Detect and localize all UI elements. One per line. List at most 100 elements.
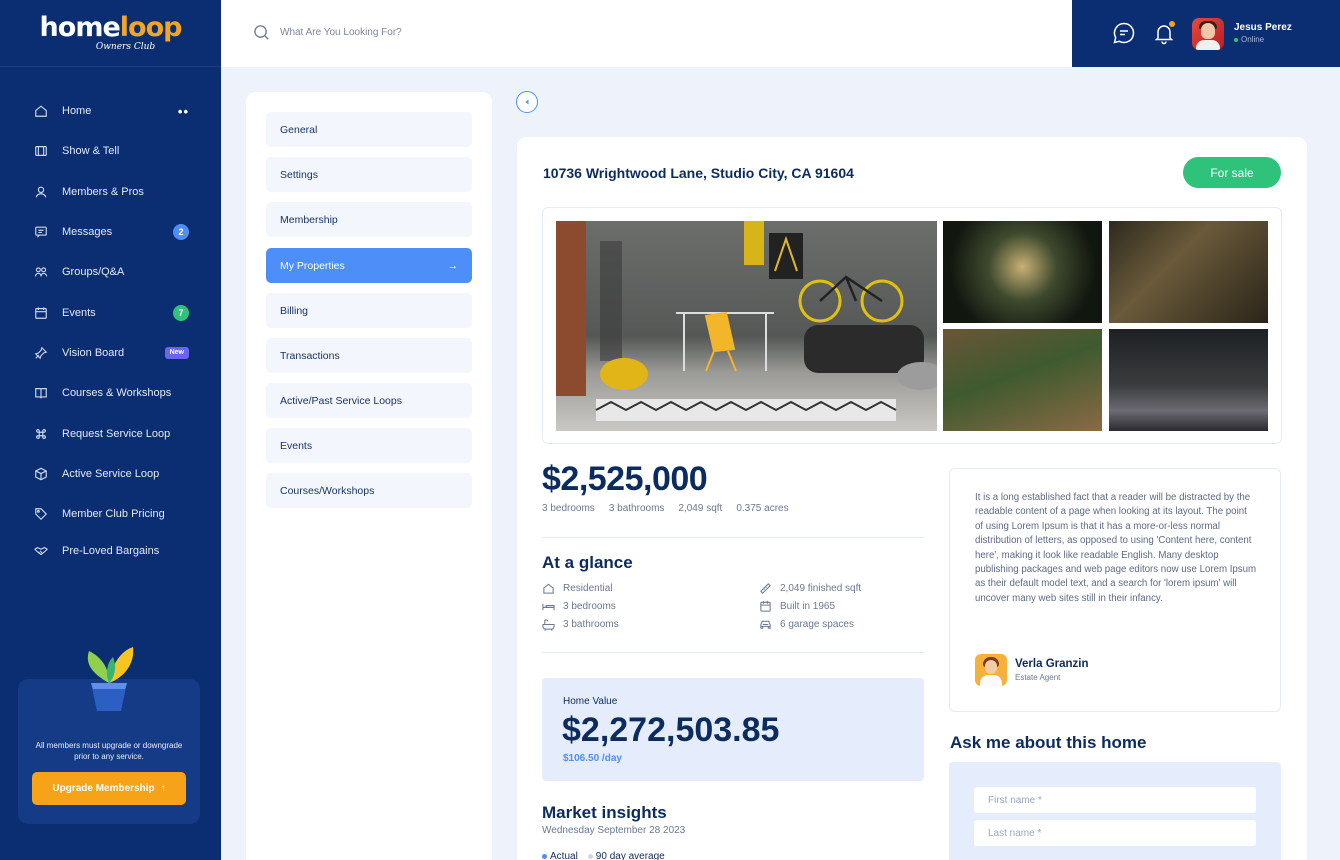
property-description: It is a long established fact that a rea… xyxy=(975,492,1257,604)
calendar-icon xyxy=(760,600,771,612)
glance-garage: 6 garage spaces xyxy=(759,618,854,631)
home-value-per-day: $106.50 /day xyxy=(563,753,622,764)
sidebar-item-messages[interactable]: Messages 2 xyxy=(0,212,221,252)
sidebar-item-label: Member Club Pricing xyxy=(62,508,165,521)
sidebar-item-vision-board[interactable]: Vision Board New xyxy=(0,333,221,373)
divider xyxy=(542,652,924,653)
pin-icon xyxy=(33,345,48,360)
upgrade-card: All members must upgrade or downgrade pr… xyxy=(18,647,200,824)
bath-icon xyxy=(542,619,555,631)
online-dot xyxy=(1234,37,1238,42)
agent-avatar[interactable] xyxy=(975,654,1007,686)
plant-illustration xyxy=(87,647,134,711)
sidebar-item-groups[interactable]: Groups/Q&A xyxy=(0,252,221,292)
sidebar-item-label: Vision Board xyxy=(62,346,125,359)
sidebar-item-label: Pre-Loved Bargains xyxy=(62,545,160,558)
glance-type: Residential xyxy=(542,582,612,595)
user-status: Online xyxy=(1234,35,1264,44)
glance-built: Built in 1965 xyxy=(759,600,835,613)
property-specs: 3 bedrooms 3 bathrooms 2,049 sqft 0.375 … xyxy=(542,503,789,514)
top-bar: Jesus Perez Online xyxy=(221,0,1340,67)
agent-name[interactable]: Verla Granzin xyxy=(1015,658,1089,670)
user-icon xyxy=(33,184,48,199)
gallery-photo-4[interactable] xyxy=(1109,329,1268,431)
sidebar-item-label: Courses & Workshops xyxy=(62,387,172,400)
upgrade-membership-button[interactable]: Upgrade Membership ↑ xyxy=(32,772,186,805)
search-bar xyxy=(253,24,580,41)
sidebar-item-events[interactable]: Events 7 xyxy=(0,292,221,332)
main-photo[interactable] xyxy=(556,221,937,431)
sidebar-item-courses[interactable]: Courses & Workshops xyxy=(0,373,221,413)
search-input[interactable] xyxy=(280,27,580,38)
logo-subtitle: Owners Club xyxy=(95,42,156,52)
sidebar-nav: Home •• Show & Tell Members & Pros Messa… xyxy=(0,67,221,568)
first-name-field[interactable] xyxy=(974,787,1256,813)
agent-role: Estate Agent xyxy=(1015,673,1061,682)
sidebar-item-show-tell[interactable]: Show & Tell xyxy=(0,131,221,171)
property-address: 10736 Wrightwood Lane, Studio City, CA 9… xyxy=(543,165,854,181)
messages-badge: 2 xyxy=(173,224,189,241)
spec-acres: 0.375 acres xyxy=(736,503,789,514)
message-icon xyxy=(33,225,48,240)
sidebar-item-pricing[interactable]: Member Club Pricing xyxy=(0,494,221,534)
caret-left-icon xyxy=(525,99,529,105)
menu-item-my-properties[interactable]: My Properties → xyxy=(266,248,472,283)
sidebar-item-label: Show & Tell xyxy=(62,145,120,158)
calendar-icon xyxy=(33,305,48,320)
sidebar-item-home[interactable]: Home •• xyxy=(0,91,221,131)
sidebar-item-label: Active Service Loop xyxy=(62,467,160,480)
for-sale-button[interactable]: For sale xyxy=(1183,157,1281,188)
collapse-panel-button[interactable] xyxy=(516,91,538,113)
property-card: 10736 Wrightwood Lane, Studio City, CA 9… xyxy=(517,137,1307,860)
notification-dot xyxy=(1169,21,1175,27)
description-card: It is a long established fact that a rea… xyxy=(949,468,1281,712)
sidebar: homeloop Owners Club Home •• Show & Tell… xyxy=(0,0,221,860)
car-icon xyxy=(760,620,771,629)
tag-icon xyxy=(33,507,48,522)
glance-bedrooms: 3 bedrooms xyxy=(542,600,616,613)
photo-gallery xyxy=(542,207,1282,444)
gallery-photo-1[interactable] xyxy=(943,221,1102,323)
sidebar-item-members[interactable]: Members & Pros xyxy=(0,172,221,212)
sidebar-item-bargains[interactable]: Pre-Loved Bargains xyxy=(0,534,221,568)
spec-bathrooms: 3 bathrooms xyxy=(608,503,665,514)
listing-price: $2,525,000 xyxy=(542,460,708,498)
bell-icon[interactable] xyxy=(1152,21,1176,45)
sidebar-item-label: Groups/Q&A xyxy=(62,266,125,279)
book-icon xyxy=(33,386,48,401)
glance-bathrooms: 3 bathrooms xyxy=(542,618,619,631)
menu-item-settings[interactable]: Settings xyxy=(266,157,472,192)
brand-logo[interactable]: homeloop Owners Club xyxy=(0,0,221,67)
sidebar-item-active-service[interactable]: Active Service Loop xyxy=(0,454,221,494)
glance-heading: At a glance xyxy=(542,553,633,572)
menu-item-courses[interactable]: Courses/Workshops xyxy=(266,473,472,508)
house-icon xyxy=(543,583,554,594)
last-name-field[interactable] xyxy=(974,820,1256,846)
new-badge: New xyxy=(164,346,189,359)
home-value-box: Home Value $2,272,503.85 $106.50 /day xyxy=(542,678,924,781)
more-dots-icon[interactable]: •• xyxy=(178,104,189,119)
user-avatar[interactable] xyxy=(1192,18,1224,50)
gallery-photo-3[interactable] xyxy=(943,329,1102,431)
arrow-up-icon: ↑ xyxy=(160,783,166,794)
home-value-amount: $2,272,503.85 xyxy=(562,711,780,749)
menu-item-membership[interactable]: Membership xyxy=(266,202,472,237)
user-name[interactable]: Jesus Perez xyxy=(1234,22,1292,33)
menu-item-billing[interactable]: Billing xyxy=(266,293,472,328)
market-insights-heading: Market insights xyxy=(542,803,667,822)
group-icon xyxy=(33,265,48,280)
ruler-icon xyxy=(760,583,771,594)
menu-item-service-loops[interactable]: Active/Past Service Loops xyxy=(266,383,472,418)
chart-legend: Actual 90 day average xyxy=(542,851,665,860)
menu-item-general[interactable]: General xyxy=(266,112,472,147)
chat-icon[interactable] xyxy=(1112,21,1136,45)
sidebar-item-request-service[interactable]: Request Service Loop xyxy=(0,413,221,453)
sidebar-item-label: Request Service Loop xyxy=(62,427,171,440)
menu-item-events[interactable]: Events xyxy=(266,428,472,463)
market-insights-date: Wednesday September 28 2023 xyxy=(542,825,686,836)
box-icon xyxy=(33,466,48,481)
handshake-icon xyxy=(33,544,48,559)
menu-item-transactions[interactable]: Transactions xyxy=(266,338,472,373)
upgrade-button-label: Upgrade Membership xyxy=(52,783,155,794)
gallery-photo-2[interactable] xyxy=(1109,221,1268,323)
